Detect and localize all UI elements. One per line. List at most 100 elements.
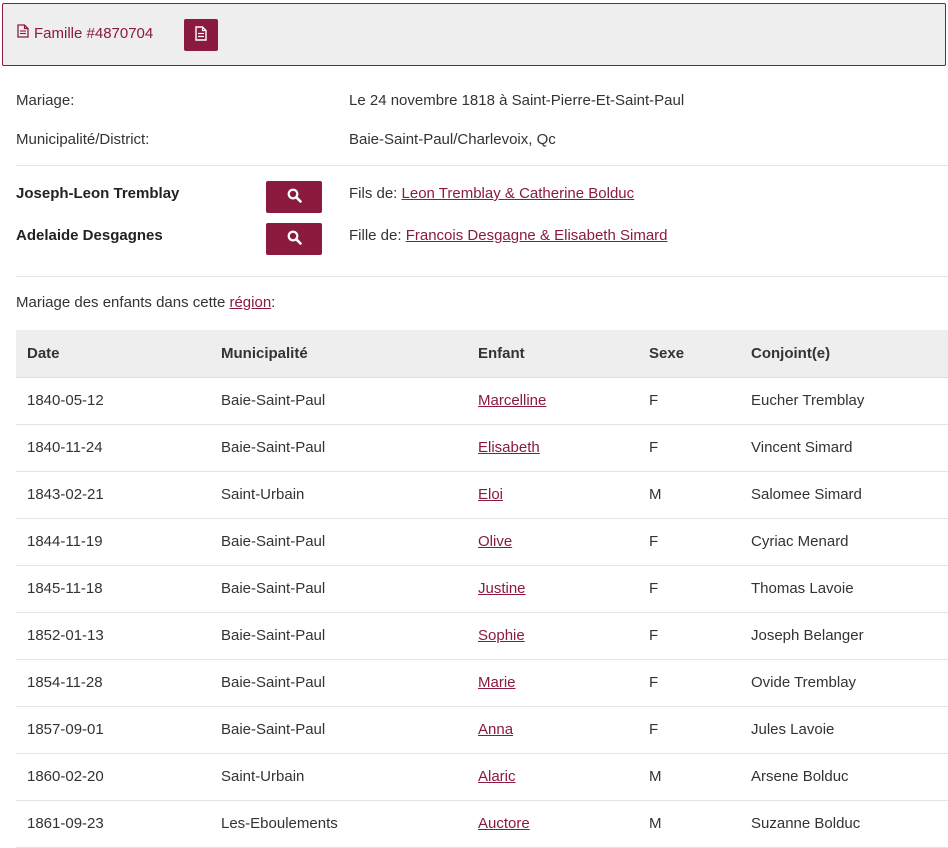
row-date: 1840-11-24 <box>16 424 210 472</box>
row-conjoint: Joseph Belanger <box>740 612 948 660</box>
children-intro: Mariage des enfants dans cette région: <box>16 294 275 311</box>
child-link[interactable]: Marie <box>478 674 516 691</box>
bride-parents-link[interactable]: Francois Desgagne & Elisabeth Simard <box>406 227 668 244</box>
search-groom-button[interactable] <box>266 181 322 213</box>
family-link[interactable]: Famille #4870704 <box>17 24 153 42</box>
groom-parents-link[interactable]: Leon Tremblay & Catherine Bolduc <box>402 185 635 202</box>
table-row: 1857-09-01 Baie-Saint-Paul Anna F Jules … <box>16 706 948 754</box>
row-conjoint: Jules Lavoie <box>740 706 948 754</box>
row-sexe: M <box>638 800 740 848</box>
row-conjoint: Suzanne Bolduc <box>740 800 948 848</box>
child-link[interactable]: Elisabeth <box>478 439 540 456</box>
child-link[interactable]: Eloi <box>478 486 503 503</box>
row-municipalite: Baie-Saint-Paul <box>210 659 467 707</box>
table-row: 1861-09-23 Les-Eboulements Auctore M Suz… <box>16 800 948 848</box>
row-enfant: Auctore <box>467 800 638 848</box>
marriage-value: Le 24 novembre 1818 à Saint-Pierre-Et-Sa… <box>349 92 685 109</box>
row-enfant: Anna <box>467 706 638 754</box>
row-date: 1860-02-20 <box>16 753 210 801</box>
bride-name: Adelaide Desgagnes <box>16 227 163 244</box>
row-sexe: F <box>638 565 740 613</box>
header-conjoint: Conjoint(e) <box>740 330 948 378</box>
table-row: 1840-11-24 Baie-Saint-Paul Elisabeth F V… <box>16 424 948 472</box>
district-value: Baie-Saint-Paul/Charlevoix, Qc <box>349 131 556 148</box>
row-date: 1854-11-28 <box>16 659 210 707</box>
child-link[interactable]: Marcelline <box>478 392 546 409</box>
family-header: Famille #4870704 <box>2 3 946 66</box>
child-link[interactable]: Sophie <box>478 627 525 644</box>
header-sexe: Sexe <box>638 330 740 378</box>
bride-parents: Fille de: Francois Desgagne & Elisabeth … <box>349 227 668 244</box>
header-date: Date <box>16 330 210 378</box>
row-conjoint: Ovide Tremblay <box>740 659 948 707</box>
row-date: 1861-09-23 <box>16 800 210 848</box>
row-sexe: F <box>638 612 740 660</box>
table-row: 1845-11-18 Baie-Saint-Paul Justine F Tho… <box>16 565 948 613</box>
search-icon <box>287 188 302 207</box>
table-row: 1840-05-12 Baie-Saint-Paul Marcelline F … <box>16 377 948 425</box>
groom-parents: Fils de: Leon Tremblay & Catherine Boldu… <box>349 185 634 202</box>
document-button[interactable] <box>184 19 218 51</box>
search-icon <box>287 230 302 249</box>
child-link[interactable]: Alaric <box>478 768 516 785</box>
region-link[interactable]: région <box>229 294 271 311</box>
children-intro-colon: : <box>271 294 276 311</box>
row-enfant: Alaric <box>467 753 638 801</box>
divider <box>16 165 948 166</box>
row-enfant: Olive <box>467 518 638 566</box>
children-intro-text: Mariage des enfants dans cette <box>16 294 230 311</box>
family-label: Famille #4870704 <box>34 24 154 42</box>
table-header-row: Date Municipalité Enfant Sexe Conjoint(e… <box>16 330 948 378</box>
document-icon <box>17 24 29 42</box>
row-municipalite: Baie-Saint-Paul <box>210 424 467 472</box>
row-enfant: Marcelline <box>467 377 638 425</box>
row-municipalite: Saint-Urbain <box>210 753 467 801</box>
row-sexe: M <box>638 471 740 519</box>
row-municipalite: Saint-Urbain <box>210 471 467 519</box>
row-conjoint: Thomas Lavoie <box>740 565 948 613</box>
row-municipalite: Baie-Saint-Paul <box>210 565 467 613</box>
row-sexe: F <box>638 518 740 566</box>
row-date: 1840-05-12 <box>16 377 210 425</box>
table-row: 1844-11-19 Baie-Saint-Paul Olive F Cyria… <box>16 518 948 566</box>
row-date: 1845-11-18 <box>16 565 210 613</box>
row-municipalite: Baie-Saint-Paul <box>210 518 467 566</box>
marriage-label: Mariage: <box>16 92 75 109</box>
divider <box>16 276 948 277</box>
row-date: 1857-09-01 <box>16 706 210 754</box>
row-date: 1852-01-13 <box>16 612 210 660</box>
row-enfant: Elisabeth <box>467 424 638 472</box>
children-marriages-table: Date Municipalité Enfant Sexe Conjoint(e… <box>16 330 948 848</box>
row-conjoint: Cyriac Menard <box>740 518 948 566</box>
header-municipalite: Municipalité <box>210 330 467 378</box>
table-row: 1852-01-13 Baie-Saint-Paul Sophie F Jose… <box>16 612 948 660</box>
row-date: 1844-11-19 <box>16 518 210 566</box>
groom-relation: Fils de: <box>349 185 402 202</box>
search-bride-button[interactable] <box>266 223 322 255</box>
row-date: 1843-02-21 <box>16 471 210 519</box>
row-enfant: Sophie <box>467 612 638 660</box>
row-conjoint: Arsene Bolduc <box>740 753 948 801</box>
table-row: 1843-02-21 Saint-Urbain Eloi M Salomee S… <box>16 471 948 519</box>
row-conjoint: Vincent Simard <box>740 424 948 472</box>
row-conjoint: Eucher Tremblay <box>740 377 948 425</box>
row-sexe: F <box>638 377 740 425</box>
row-sexe: M <box>638 753 740 801</box>
row-municipalite: Baie-Saint-Paul <box>210 377 467 425</box>
row-municipalite: Baie-Saint-Paul <box>210 706 467 754</box>
header-enfant: Enfant <box>467 330 638 378</box>
row-enfant: Eloi <box>467 471 638 519</box>
child-link[interactable]: Justine <box>478 580 526 597</box>
row-municipalite: Les-Eboulements <box>210 800 467 848</box>
child-link[interactable]: Olive <box>478 533 512 550</box>
row-conjoint: Salomee Simard <box>740 471 948 519</box>
row-sexe: F <box>638 424 740 472</box>
child-link[interactable]: Auctore <box>478 815 530 832</box>
row-enfant: Justine <box>467 565 638 613</box>
table-row: 1854-11-28 Baie-Saint-Paul Marie F Ovide… <box>16 659 948 707</box>
document-icon <box>195 25 207 45</box>
row-enfant: Marie <box>467 659 638 707</box>
child-link[interactable]: Anna <box>478 721 513 738</box>
row-sexe: F <box>638 659 740 707</box>
row-sexe: F <box>638 706 740 754</box>
